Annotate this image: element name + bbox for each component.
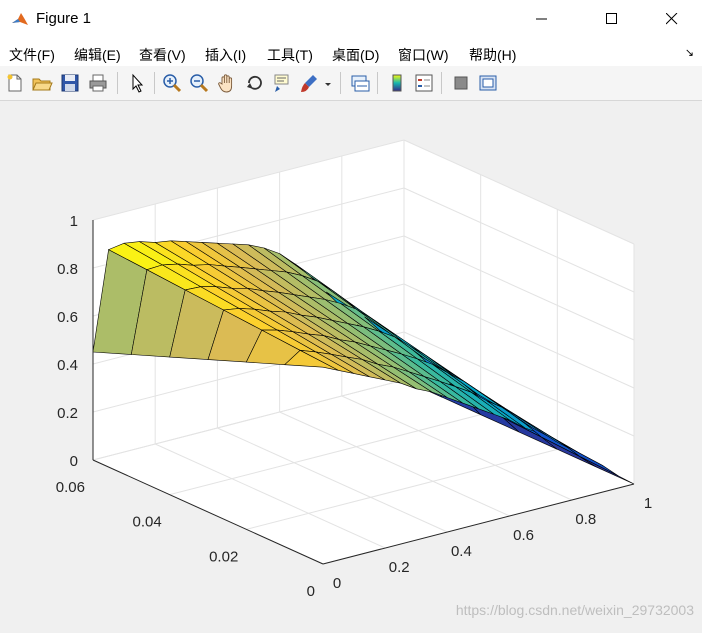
new-figure-icon[interactable] bbox=[4, 72, 26, 94]
x-tick-label: 0.6 bbox=[513, 527, 534, 544]
data-cursor-icon[interactable] bbox=[271, 72, 293, 94]
menu-bar: 文件(F) 编辑(E) 查看(V) 插入(I) 工具(T) 桌面(D) 窗口(W… bbox=[0, 38, 702, 66]
hide-plot-tools-icon[interactable] bbox=[450, 72, 472, 94]
print-icon[interactable] bbox=[87, 72, 109, 94]
surface-plot[interactable]: 0 0.2 0.4 0.6 0.8 1 0 0.02 0.04 0.06 0 0.2 0.4 0.6 0.8… bbox=[0, 101, 702, 628]
menu-view[interactable]: 查看(V) bbox=[139, 45, 186, 65]
menu-desktop[interactable]: 桌面(D) bbox=[332, 45, 379, 65]
x-tick-label: 0 bbox=[333, 575, 341, 592]
y-tick-label: 0 bbox=[307, 583, 315, 600]
maximize-button[interactable] bbox=[589, 0, 635, 38]
z-tick-label: 0.6 bbox=[57, 309, 78, 326]
watermark-text: https://blog.csdn.net/weixin_29732003 bbox=[455, 602, 694, 618]
y-tick-label: 0.02 bbox=[209, 548, 238, 565]
toolbar-separator bbox=[117, 72, 118, 94]
close-button[interactable] bbox=[649, 0, 695, 38]
save-icon[interactable] bbox=[59, 72, 81, 94]
toolbar-separator bbox=[154, 72, 155, 94]
matlab-logo-icon bbox=[12, 13, 28, 25]
y-tick-label: 0.06 bbox=[56, 479, 85, 496]
menu-edit[interactable]: 编辑(E) bbox=[74, 45, 121, 65]
menu-overflow-icon[interactable]: ↘ bbox=[685, 46, 694, 59]
menu-insert[interactable]: 插入(I) bbox=[205, 45, 246, 65]
x-tick-label: 0.2 bbox=[389, 559, 410, 576]
maximize-icon bbox=[606, 13, 617, 24]
title-bar: Figure 1 bbox=[0, 0, 702, 38]
zoom-out-icon[interactable] bbox=[188, 72, 210, 94]
z-tick-label: 1 bbox=[70, 213, 78, 230]
menu-file[interactable]: 文件(F) bbox=[9, 45, 55, 65]
pan-hand-icon[interactable] bbox=[216, 72, 238, 94]
menu-help[interactable]: 帮助(H) bbox=[469, 45, 516, 65]
toolbar-separator bbox=[441, 72, 442, 94]
zoom-in-icon[interactable] bbox=[161, 72, 183, 94]
brush-dropdown-icon[interactable] bbox=[321, 72, 335, 94]
minimize-icon bbox=[536, 18, 547, 20]
x-tick-label: 0.4 bbox=[451, 543, 472, 560]
z-tick-label: 0.2 bbox=[57, 405, 78, 422]
z-tick-label: 0.4 bbox=[57, 357, 78, 374]
rotate-3d-icon[interactable] bbox=[244, 72, 266, 94]
y-tick-label: 0.04 bbox=[132, 514, 161, 531]
menu-tools[interactable]: 工具(T) bbox=[267, 45, 313, 65]
edit-plot-arrow-icon[interactable] bbox=[126, 72, 148, 94]
toolbar-separator bbox=[377, 72, 378, 94]
z-tick-label: 0 bbox=[70, 453, 78, 470]
toolbar-separator bbox=[340, 72, 341, 94]
figure-toolbar bbox=[0, 66, 702, 101]
x-tick-label: 1 bbox=[644, 495, 652, 512]
insert-colorbar-icon[interactable] bbox=[386, 72, 408, 94]
figure-canvas[interactable]: 0 0.2 0.4 0.6 0.8 1 0 0.02 0.04 0.06 0 0.2 0.4 0.6 0.8… bbox=[0, 101, 702, 628]
menu-window[interactable]: 窗口(W) bbox=[398, 45, 449, 65]
link-plot-icon[interactable] bbox=[349, 72, 371, 94]
z-tick-label: 0.8 bbox=[57, 261, 78, 278]
x-tick-label: 0.8 bbox=[575, 511, 596, 528]
show-plot-tools-icon[interactable] bbox=[477, 72, 499, 94]
open-file-icon[interactable] bbox=[31, 72, 53, 94]
window-title: Figure 1 bbox=[36, 10, 92, 27]
close-icon bbox=[666, 13, 678, 25]
insert-legend-icon[interactable] bbox=[413, 72, 435, 94]
brush-icon[interactable] bbox=[298, 72, 320, 94]
minimize-button[interactable] bbox=[519, 0, 565, 38]
